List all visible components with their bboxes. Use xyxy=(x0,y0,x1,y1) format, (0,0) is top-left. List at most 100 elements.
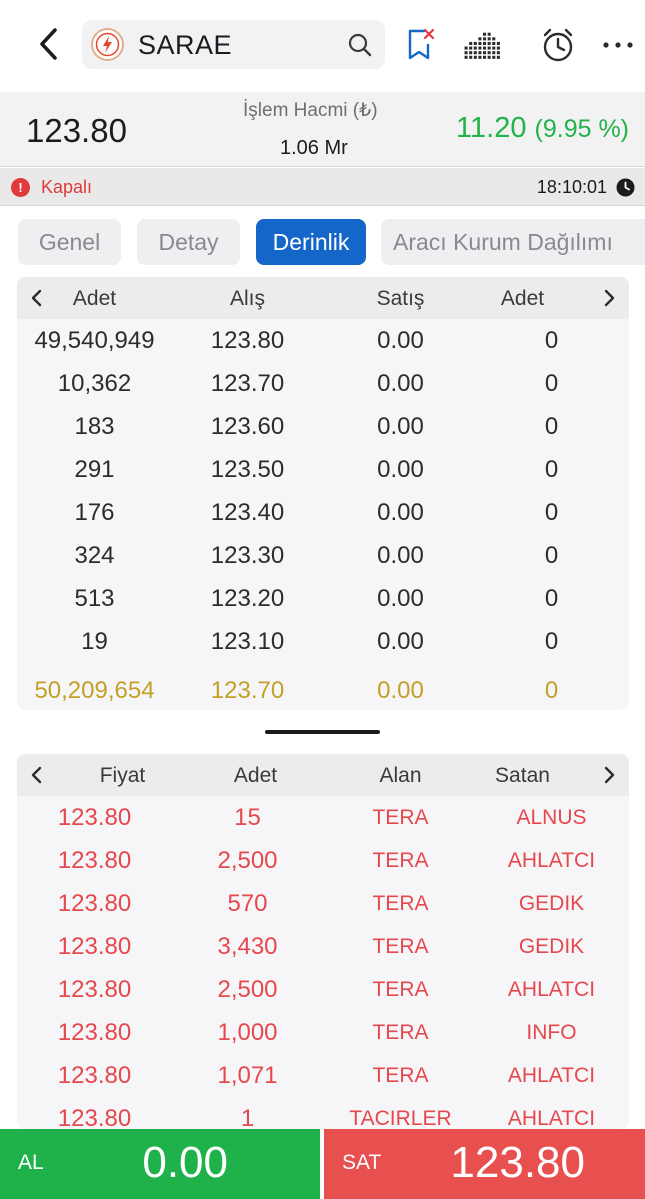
order-depth-table: Adet Alış Satış Adet 49,540,949 123.80 0.0… xyxy=(17,277,629,710)
tab-detay[interactable]: Detay xyxy=(137,219,240,265)
trade-price: 123.80 xyxy=(57,1062,132,1089)
depth-row[interactable]: 19 123.10 0.00 0 xyxy=(17,620,629,663)
volume-label: İşlem Hacmi (₺) xyxy=(243,100,378,121)
trade-row[interactable]: 123.80 1,071 TERA AHLATCI xyxy=(17,1054,629,1097)
ask-qty: 0 xyxy=(544,456,559,483)
clock-icon xyxy=(616,178,635,197)
buy-label: AL xyxy=(18,1151,44,1174)
depth-row[interactable]: 291 123.50 0.00 0 xyxy=(17,448,629,491)
tab-araci-kurum-dagilimi[interactable]: Aracı Kurum Dağılımı xyxy=(381,219,645,265)
ask-qty: 0 xyxy=(544,542,559,569)
buyer-broker: TERA xyxy=(372,1064,429,1087)
trade-price: 123.80 xyxy=(57,976,132,1003)
market-status: Kapalı xyxy=(41,177,93,197)
buy-button[interactable]: AL 0.00 xyxy=(0,1129,320,1199)
ask-qty: 0 xyxy=(544,499,559,526)
buyer-broker: TERA xyxy=(372,1021,429,1044)
top-bar: SARAE xyxy=(0,0,645,92)
bid-qty: 291 xyxy=(74,456,115,483)
trade-price: 123.80 xyxy=(57,847,132,874)
trade-price: 123.80 xyxy=(57,933,132,960)
trade-row[interactable]: 123.80 1 TACIRLER AHLATCI xyxy=(17,1097,629,1129)
buyer-broker: TACIRLER xyxy=(349,1107,452,1129)
column-header: Adet xyxy=(72,287,117,310)
depth-row[interactable]: 324 123.30 0.00 0 xyxy=(17,534,629,577)
buy-price: 0.00 xyxy=(142,1138,228,1187)
ask-price: 0.00 xyxy=(377,456,424,483)
buyer-broker: TERA xyxy=(372,935,429,958)
trade-qty: 1,000 xyxy=(217,1019,278,1046)
depth-chart-icon[interactable] xyxy=(463,25,515,65)
trade-row[interactable]: 123.80 3,430 TERA GEDIK xyxy=(17,925,629,968)
last-update-time: 18:10:01 xyxy=(536,177,607,197)
ask-price: 0.00 xyxy=(377,370,424,397)
trade-row[interactable]: 123.80 1,000 TERA INFO xyxy=(17,1011,629,1054)
trade-row[interactable]: 123.80 2,500 TERA AHLATCI xyxy=(17,839,629,882)
ask-price: 0.00 xyxy=(377,499,424,526)
trade-qty: 1 xyxy=(240,1105,255,1129)
sell-button[interactable]: SAT 123.80 xyxy=(324,1129,645,1199)
search-icon[interactable] xyxy=(347,32,373,58)
sell-price: 123.80 xyxy=(450,1138,585,1187)
tab-derinlik[interactable]: Derinlik xyxy=(256,219,366,265)
sell-label: SAT xyxy=(342,1151,382,1174)
depth-row[interactable]: 176 123.40 0.00 0 xyxy=(17,491,629,534)
bid-price: 123.60 xyxy=(210,413,285,440)
bid-qty: 324 xyxy=(74,542,115,569)
depth-row[interactable]: 10,362 123.70 0.00 0 xyxy=(17,362,629,405)
trade-price: 123.80 xyxy=(57,1019,132,1046)
price-summary: 123.80 İşlem Hacmi (₺) 1.06 Mr 11.20 (9.… xyxy=(0,92,645,167)
alarm-clock-icon[interactable] xyxy=(538,25,578,65)
depth-row[interactable]: 183 123.60 0.00 0 xyxy=(17,405,629,448)
trades-table-header: Fiyat Adet Alan Satan xyxy=(17,754,629,796)
seller-broker: AHLATCI xyxy=(507,978,596,1001)
chevron-right-icon[interactable] xyxy=(595,284,623,312)
back-icon[interactable] xyxy=(28,22,72,66)
depth-row[interactable]: 49,540,949 123.80 0.00 0 xyxy=(17,319,629,362)
trade-qty: 15 xyxy=(234,804,261,831)
seller-broker: AHLATCI xyxy=(507,1107,596,1129)
depth-table-header: Adet Alış Satış Adet xyxy=(17,277,629,319)
bookmark-icon[interactable] xyxy=(400,25,440,65)
trade-qty: 2,500 xyxy=(217,847,278,874)
column-header: Satan xyxy=(495,764,550,787)
trade-row[interactable]: 123.80 2,500 TERA AHLATCI xyxy=(17,968,629,1011)
seller-broker: GEDIK xyxy=(518,935,585,958)
ask-price: 0.00 xyxy=(377,327,424,354)
bid-price: 123.20 xyxy=(210,585,285,612)
trade-row[interactable]: 123.80 570 TERA GEDIK xyxy=(17,882,629,925)
column-header: Adet xyxy=(500,287,545,310)
bid-qty: 10,362 xyxy=(57,370,132,397)
last-price: 123.80 xyxy=(26,112,127,149)
detail-tabs: Genel Detay Derinlik Aracı Kurum Dağılım… xyxy=(18,219,645,265)
avg-ask-price: 0.00 xyxy=(377,677,424,704)
tab-genel[interactable]: Genel xyxy=(18,219,121,265)
ask-qty: 0 xyxy=(544,370,559,397)
more-icon[interactable] xyxy=(600,25,640,65)
resize-handle[interactable] xyxy=(265,730,380,734)
avg-bid-price: 123.70 xyxy=(210,677,285,704)
buyer-broker: TERA xyxy=(372,978,429,1001)
bid-qty: 19 xyxy=(81,628,108,655)
chevron-right-icon[interactable] xyxy=(595,761,623,789)
depth-row[interactable]: 513 123.20 0.00 0 xyxy=(17,577,629,620)
info-icon: ! xyxy=(11,178,30,197)
ask-qty: 0 xyxy=(544,327,559,354)
trade-qty: 2,500 xyxy=(217,976,278,1003)
volume-value: 1.06 Mr xyxy=(280,137,348,159)
market-status-bar: ! Kapalı 18:10:01 xyxy=(0,168,645,206)
total-bid-qty: 50,209,654 xyxy=(34,677,155,704)
ask-price: 0.00 xyxy=(377,542,424,569)
symbol-search-box[interactable]: SARAE xyxy=(82,20,385,69)
buyer-broker: TERA xyxy=(372,806,429,829)
bid-qty: 176 xyxy=(74,499,115,526)
seller-broker: ALNUS xyxy=(516,806,587,829)
bid-price: 123.50 xyxy=(210,456,285,483)
column-header: Alış xyxy=(229,287,265,310)
ask-qty: 0 xyxy=(544,628,559,655)
depth-total-row: 50,209,654 123.70 0.00 0 xyxy=(17,669,629,710)
bid-price: 123.10 xyxy=(210,628,285,655)
buyer-broker: TERA xyxy=(372,892,429,915)
trade-row[interactable]: 123.80 15 TERA ALNUS xyxy=(17,796,629,839)
buyer-broker: TERA xyxy=(372,849,429,872)
